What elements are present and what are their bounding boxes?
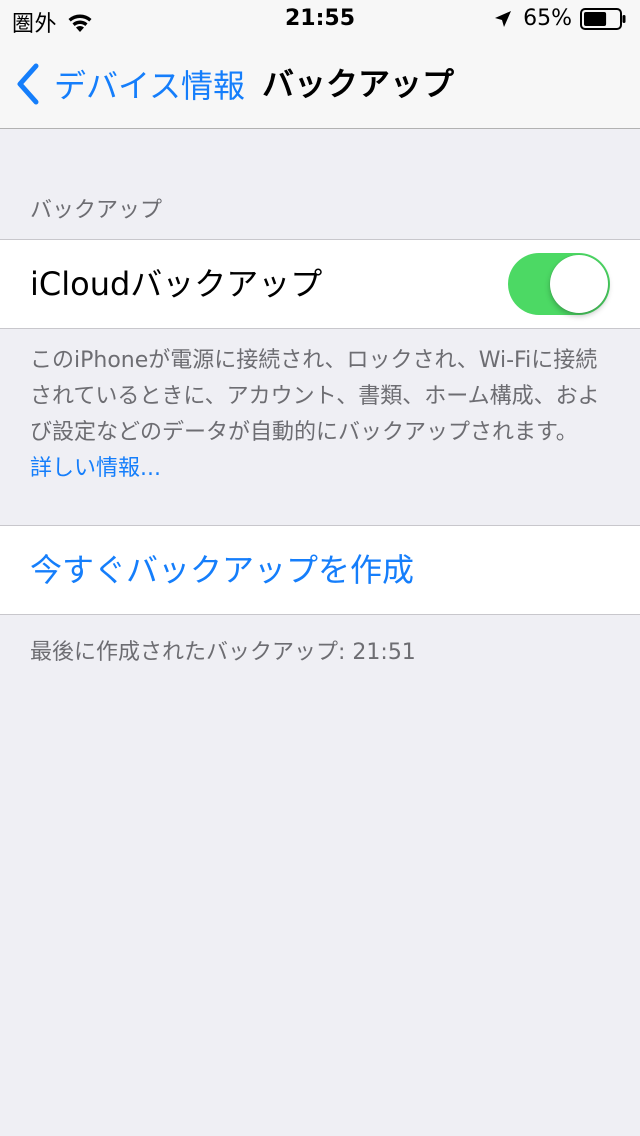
backup-now-cell[interactable]: 今すぐバックアップを作成 (0, 525, 640, 615)
battery-percent: 65% (523, 6, 572, 31)
status-bar: 圏外 21:55 65% (0, 0, 640, 40)
icloud-backup-toggle[interactable] (508, 253, 610, 315)
toggle-knob (550, 255, 608, 313)
battery-icon (580, 7, 626, 30)
icloud-backup-cell: iCloudバックアップ (0, 239, 640, 329)
page-title: バックアップ (262, 65, 455, 103)
last-backup-info: 最後に作成されたバックアップ: 21:51 (30, 640, 416, 665)
section-header: バックアップ (30, 198, 163, 223)
section-footer-text: このiPhoneが電源に接続され、ロックされ、Wi-Fiに接続されているときに、… (30, 348, 600, 445)
back-button-label: デバイス情報 (54, 67, 246, 105)
section-footer: このiPhoneが電源に接続され、ロックされ、Wi-Fiに接続されているときに、… (30, 343, 600, 487)
learn-more-link[interactable]: 詳しい情報... (30, 456, 161, 481)
status-right: 65% (493, 6, 626, 31)
chevron-left-icon (17, 63, 39, 105)
location-arrow-icon (495, 10, 512, 27)
battery-level-fill (584, 11, 607, 26)
back-button[interactable]: デバイス情報 (14, 60, 245, 108)
backup-now-button[interactable]: 今すぐバックアップを作成 (30, 526, 414, 614)
navigation-bar: デバイス情報 バックアップ (0, 40, 640, 129)
icloud-backup-label: iCloudバックアップ (30, 265, 323, 303)
